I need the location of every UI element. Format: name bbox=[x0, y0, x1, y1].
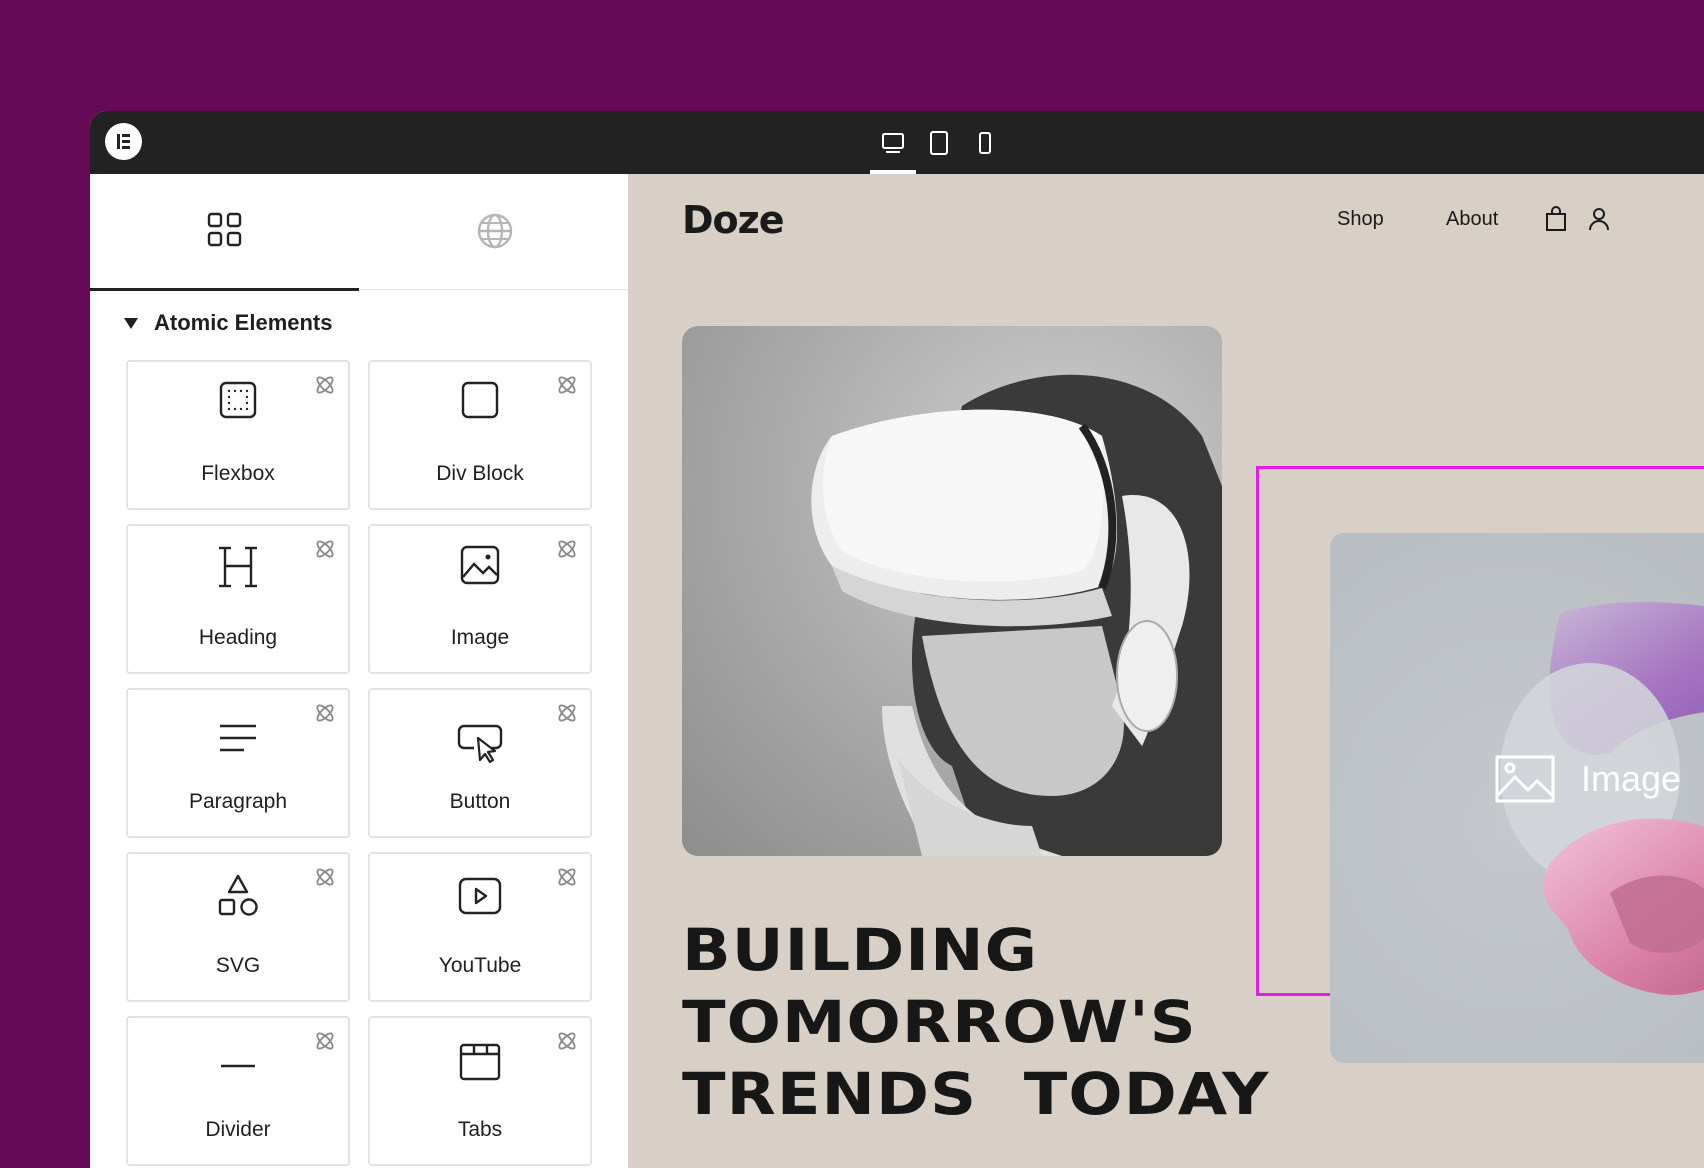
atom-icon bbox=[316, 540, 334, 558]
elements-panel: Atomic Elements Flexbox Div Block Headin… bbox=[90, 174, 628, 1168]
caret-down-icon bbox=[124, 317, 138, 329]
atom-icon bbox=[316, 704, 334, 722]
svg-shapes-icon bbox=[218, 874, 258, 916]
globe-icon bbox=[477, 213, 513, 249]
atom-icon bbox=[558, 868, 576, 886]
element-label: Paragraph bbox=[188, 790, 288, 813]
mobile-icon bbox=[979, 132, 991, 154]
editor-topbar bbox=[90, 111, 1704, 174]
atom-icon bbox=[558, 376, 576, 394]
desktop-view-button[interactable] bbox=[870, 111, 916, 174]
nav-shop[interactable]: Shop bbox=[1337, 208, 1384, 231]
image-placeholder-label: Image bbox=[1495, 755, 1681, 803]
element-label: YouTube bbox=[438, 954, 522, 977]
flexbox-icon bbox=[219, 381, 257, 419]
element-card-button[interactable]: Button bbox=[368, 688, 592, 838]
atom-icon bbox=[558, 704, 576, 722]
headline-line-2: TOMORROW'S bbox=[682, 988, 1197, 1056]
div-block-icon bbox=[461, 381, 499, 419]
atom-icon bbox=[558, 540, 576, 558]
divider-icon bbox=[221, 1064, 255, 1068]
atom-icon bbox=[316, 376, 334, 394]
tab-global[interactable] bbox=[359, 174, 628, 290]
tablet-view-button[interactable] bbox=[916, 111, 962, 174]
element-label: Divider bbox=[205, 1118, 271, 1141]
element-card-div-block[interactable]: Div Block bbox=[368, 360, 592, 510]
tablet-icon bbox=[930, 131, 948, 155]
image-icon bbox=[460, 545, 500, 585]
widgets-grid-icon bbox=[207, 212, 242, 247]
element-label: Button bbox=[449, 790, 511, 813]
element-label: SVG bbox=[215, 954, 261, 977]
element-label: Div Block bbox=[436, 462, 524, 485]
mobile-view-button[interactable] bbox=[962, 111, 1008, 174]
element-label: Image bbox=[450, 626, 510, 649]
elementor-logo-icon[interactable] bbox=[105, 123, 142, 160]
element-card-heading[interactable]: Heading bbox=[126, 524, 350, 674]
section-title: Atomic Elements bbox=[154, 310, 333, 335]
element-card-youtube[interactable]: YouTube bbox=[368, 852, 592, 1002]
atom-icon bbox=[316, 1032, 334, 1050]
element-label: Flexbox bbox=[201, 462, 275, 485]
tab-widgets[interactable] bbox=[90, 174, 359, 291]
heading-icon bbox=[219, 546, 257, 588]
image-placeholder-dragging[interactable]: Image bbox=[1330, 533, 1704, 1063]
button-icon bbox=[457, 724, 503, 764]
active-tab-underline bbox=[90, 288, 359, 291]
element-card-image[interactable]: Image bbox=[368, 524, 592, 674]
page-canvas: Doze Shop About BUILDING TOMORROW'S TREN… bbox=[628, 174, 1704, 1168]
user-icon[interactable] bbox=[1588, 206, 1610, 232]
panel-tabs bbox=[90, 174, 628, 291]
site-logo[interactable]: Doze bbox=[682, 198, 785, 242]
element-card-paragraph[interactable]: Paragraph bbox=[126, 688, 350, 838]
image-icon bbox=[1495, 755, 1555, 803]
hero-image-vr-headset[interactable] bbox=[682, 326, 1222, 856]
element-card-divider[interactable]: Divider bbox=[126, 1016, 350, 1166]
atom-icon bbox=[558, 1032, 576, 1050]
youtube-icon bbox=[458, 877, 502, 915]
paragraph-icon bbox=[220, 724, 256, 752]
element-card-tabs[interactable]: Tabs bbox=[368, 1016, 592, 1166]
element-card-svg[interactable]: SVG bbox=[126, 852, 350, 1002]
tabs-icon bbox=[459, 1043, 501, 1081]
shopping-bag-icon[interactable] bbox=[1544, 206, 1568, 232]
atom-icon bbox=[316, 868, 334, 886]
editor-window: Atomic Elements Flexbox Div Block Headin… bbox=[90, 111, 1704, 1168]
element-card-flexbox[interactable]: Flexbox bbox=[126, 360, 350, 510]
element-label: Heading bbox=[198, 626, 278, 649]
headline-line-3: TRENDS TODAY bbox=[682, 1060, 1270, 1128]
image-placeholder-text: Image bbox=[1581, 758, 1682, 799]
desktop-icon bbox=[882, 133, 904, 153]
vr-headset-photo bbox=[811, 374, 1222, 856]
atomic-elements-section-toggle[interactable]: Atomic Elements bbox=[124, 308, 333, 338]
nav-about[interactable]: About bbox=[1446, 208, 1498, 231]
element-label: Tabs bbox=[457, 1118, 503, 1141]
